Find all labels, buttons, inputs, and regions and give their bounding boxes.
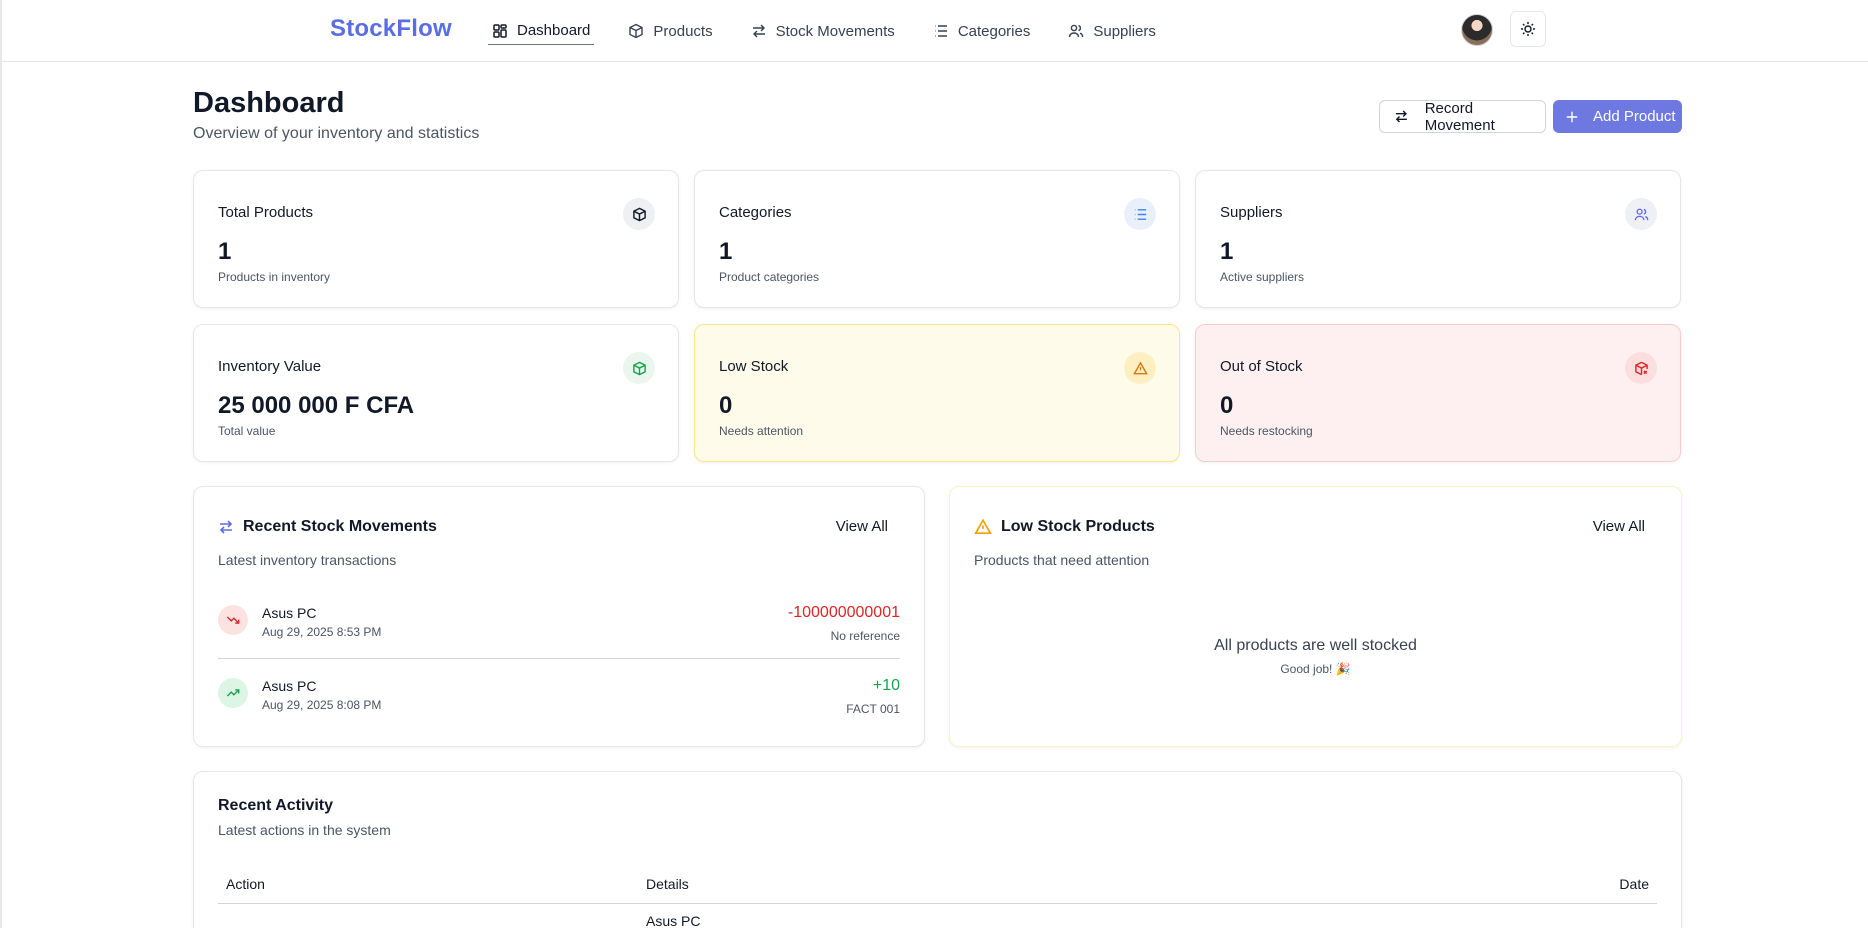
panel-subtitle: Products that need attention (974, 552, 1150, 568)
movement-product: Asus PC (262, 605, 317, 621)
stat-value: 25 000 000 F CFA (218, 392, 415, 419)
recent-activity-title: Recent Activity (218, 797, 333, 814)
sun-icon (1521, 22, 1535, 36)
list-icon (934, 25, 947, 37)
stat-card-categories: Categories 1 Product categories (694, 170, 1180, 308)
nav-link-products[interactable]: Products (624, 17, 716, 45)
column-header-details: Details (646, 876, 689, 892)
dashboard-icon (493, 23, 507, 38)
panel-subtitle: Latest actions in the system (218, 822, 391, 838)
stat-title: Out of Stock (1220, 358, 1303, 375)
arrows-icon (219, 520, 233, 534)
box-icon (623, 352, 655, 384)
movement-quantity: -100000000001 (787, 604, 900, 621)
box-x-icon (1625, 352, 1657, 384)
stat-title: Low Stock (719, 358, 789, 375)
column-header-date: Date (1619, 876, 1649, 892)
trending-up-icon (218, 678, 248, 708)
users-icon (1625, 198, 1657, 230)
box-icon (629, 23, 644, 39)
user-avatar[interactable] (1461, 14, 1493, 46)
list-icon (1124, 198, 1156, 230)
record-movement-button[interactable]: Record Movement (1379, 99, 1546, 134)
brand-logo[interactable]: StockFlow (330, 15, 452, 43)
trending-down-icon (218, 605, 248, 635)
recent-activity-panel: Recent Activity Latest actions in the sy… (193, 771, 1682, 928)
stat-description: Total value (218, 424, 276, 438)
stat-description: Needs attention (719, 424, 804, 438)
warning-icon (1124, 352, 1156, 384)
nav-link-label: Suppliers (1093, 22, 1156, 40)
stat-title: Categories (719, 204, 792, 221)
view-all-low-stock-button[interactable]: View All (1593, 518, 1645, 535)
warning-icon (974, 518, 992, 535)
movement-row[interactable]: Asus PC Aug 29, 2025 8:53 PM -1000000000… (218, 601, 900, 659)
stat-description: Needs restocking (1220, 424, 1313, 438)
movement-product: Asus PC (262, 678, 317, 694)
movement-quantity: +10 (872, 677, 900, 694)
movement-date: Aug 29, 2025 8:08 PM (262, 698, 382, 712)
stat-value: 0 (719, 392, 733, 419)
plus-icon (1566, 111, 1578, 122)
theme-toggle-button[interactable] (1510, 11, 1546, 47)
stat-description: Products in inventory (218, 270, 331, 284)
nav-link-stock-movements[interactable]: Stock Movements (747, 17, 899, 45)
users-icon (1069, 24, 1084, 38)
panel-title-text: Recent Stock Movements (243, 518, 437, 535)
stat-title: Total Products (218, 204, 314, 221)
low-stock-panel: Low Stock Products View All Products tha… (949, 486, 1682, 747)
stat-card-suppliers: Suppliers 1 Active suppliers (1195, 170, 1681, 308)
nav-link-categories[interactable]: Categories (929, 17, 1035, 45)
stat-description: Product categories (719, 270, 820, 284)
view-all-movements-button[interactable]: View All (836, 518, 888, 535)
nav-link-label: Stock Movements (775, 22, 895, 40)
nav-link-dashboard[interactable]: Dashboard (488, 17, 595, 45)
box-icon (623, 198, 655, 230)
stat-card-inventory-value: Inventory Value 25 000 000 F CFA Total v… (193, 324, 679, 462)
stat-card-out-of-stock: Out of Stock 0 Needs restocking (1195, 324, 1681, 462)
panel-subtitle: Latest inventory transactions (218, 552, 397, 568)
add-product-label: Add Product (1593, 108, 1676, 125)
table-divider (218, 903, 1657, 904)
stat-value: 1 (1220, 238, 1234, 265)
record-movement-label: Record Movement (1424, 99, 1495, 134)
activity-details: Asus PC (646, 913, 701, 928)
nav-links: Dashboard Products Stock Movements Categ… (488, 0, 1190, 62)
column-header-action: Action (226, 876, 265, 892)
page-title: Dashboard (193, 87, 345, 119)
recent-movements-panel: Recent Stock Movements View All Latest i… (193, 486, 925, 747)
stat-value: 1 (218, 238, 232, 265)
arrows-icon (1395, 110, 1407, 123)
recent-movements-title: Recent Stock Movements (218, 518, 437, 536)
nav-link-label: Products (653, 22, 713, 40)
stat-card-low-stock: Low Stock 0 Needs attention (694, 324, 1180, 462)
low-stock-title: Low Stock Products (974, 518, 1155, 536)
stat-value: 0 (1220, 392, 1234, 419)
empty-state-subtitle: Good job! 🎉 (1280, 662, 1351, 676)
nav-link-label: Dashboard (517, 22, 591, 39)
movement-date: Aug 29, 2025 8:53 PM (262, 625, 382, 639)
add-product-button[interactable]: Add Product (1553, 100, 1682, 133)
top-nav: StockFlow Dashboard Products Stock Movem… (2, 0, 1868, 62)
arrows-icon (752, 24, 765, 38)
nav-link-suppliers[interactable]: Suppliers (1064, 17, 1160, 45)
empty-state-title: All products are well stocked (1214, 637, 1417, 654)
page-subtitle: Overview of your inventory and statistic… (193, 125, 480, 142)
panel-title-text: Low Stock Products (1001, 518, 1155, 535)
movement-reference: No reference (830, 629, 900, 643)
movement-row[interactable]: Asus PC Aug 29, 2025 8:08 PM +10 FACT 00… (218, 674, 900, 732)
stat-title: Inventory Value (218, 358, 322, 375)
stat-value: 1 (719, 238, 733, 265)
stat-description: Active suppliers (1220, 270, 1305, 284)
nav-link-label: Categories (957, 22, 1031, 40)
stat-title: Suppliers (1220, 204, 1283, 221)
stat-card-total-products: Total Products 1 Products in inventory (193, 170, 679, 308)
movement-reference: FACT 001 (846, 702, 900, 716)
